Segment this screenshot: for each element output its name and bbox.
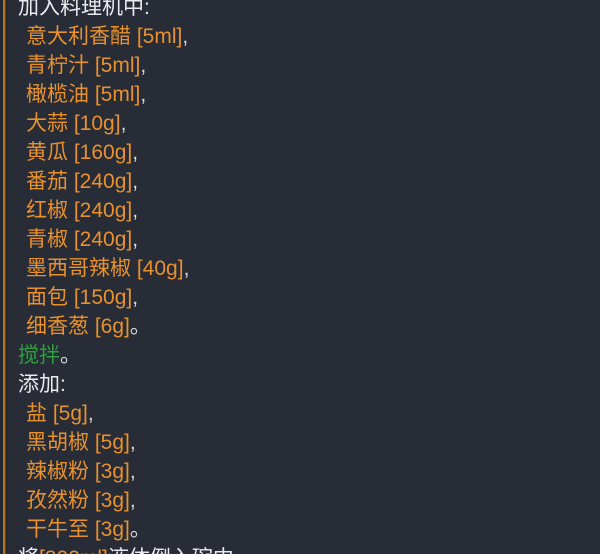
recipe-token-amount: [5g] xyxy=(52,402,88,425)
recipe-token-action: 搅拌 xyxy=(18,344,60,367)
recipe-line-ingredient: 意大利香醋 [5ml], xyxy=(0,22,600,51)
recipe-token-punct: , xyxy=(132,286,139,309)
recipe-token-ingredient: 孜然粉 xyxy=(26,489,95,512)
recipe-token-ingredient: 细香葱 xyxy=(26,315,95,338)
recipe-line-ingredient: 细香葱 [6g]。 xyxy=(0,312,600,341)
recipe-token-amount: [240g] xyxy=(73,228,133,251)
recipe-line-ingredient: 橄榄油 [5ml], xyxy=(0,80,600,109)
recipe-token-plain: 将 xyxy=(18,547,39,554)
recipe-line-ingredient: 黑胡椒 [5g], xyxy=(0,428,600,457)
recipe-token-punct: , xyxy=(140,83,147,106)
recipe-token-amount: [40g] xyxy=(136,257,184,280)
recipe-token-punct: , xyxy=(129,489,136,512)
recipe-token-amount: [300ml] xyxy=(39,547,108,554)
recipe-token-punct: , xyxy=(129,460,136,483)
recipe-line-ingredient: 大蒜 [10g], xyxy=(0,109,600,138)
recipe-token-punct: , xyxy=(132,141,139,164)
recipe-token-punct: , xyxy=(132,228,139,251)
recipe-token-ingredient: 青柠汁 xyxy=(26,54,95,77)
recipe-token-plain: 液体倒入碗中。 xyxy=(108,547,255,554)
recipe-line-ingredient: 盐 [5g], xyxy=(0,399,600,428)
recipe-token-ingredient: 意大利香醋 xyxy=(26,25,137,48)
recipe-token-amount: [5ml] xyxy=(94,83,141,106)
recipe-line-ingredient: 青椒 [240g], xyxy=(0,225,600,254)
recipe-token-ingredient: 辣椒粉 xyxy=(26,460,95,483)
recipe-line-ingredient: 墨西哥辣椒 [40g], xyxy=(0,254,600,283)
recipe-line-ingredient: 面包 [150g], xyxy=(0,283,600,312)
recipe-token-punct: , xyxy=(120,112,127,135)
recipe-token-punct: 。 xyxy=(129,315,151,338)
recipe-token-punct: , xyxy=(132,199,139,222)
recipe-line-header: 加入料理机中: xyxy=(0,0,600,22)
recipe-token-punct: , xyxy=(132,170,139,193)
recipe-token-punct: , xyxy=(87,402,94,425)
recipe-token-ingredient: 黑胡椒 xyxy=(26,431,95,454)
recipe-token-punct: , xyxy=(129,431,136,454)
recipe-line-ingredient: 红椒 [240g], xyxy=(0,196,600,225)
recipe-token-header: 添加: xyxy=(18,373,66,396)
recipe-token-amount: [240g] xyxy=(73,199,133,222)
recipe-token-amount: [3g] xyxy=(94,460,130,483)
recipe-line-instruction: 将[300ml]液体倒入碗中。 xyxy=(0,544,600,554)
recipe-line-ingredient: 孜然粉 [3g], xyxy=(0,486,600,515)
recipe-token-header: 加入料理机中: xyxy=(18,0,150,19)
recipe-token-punct: 。 xyxy=(129,518,151,541)
recipe-token-amount: [5g] xyxy=(94,431,130,454)
recipe-token-ingredient: 墨西哥辣椒 xyxy=(26,257,137,280)
recipe-line-ingredient: 青柠汁 [5ml], xyxy=(0,51,600,80)
recipe-token-amount: [240g] xyxy=(73,170,133,193)
recipe-token-ingredient: 青椒 xyxy=(26,228,74,251)
recipe-line-ingredient: 黄瓜 [160g], xyxy=(0,138,600,167)
recipe-token-amount: [150g] xyxy=(73,286,133,309)
recipe-token-punct: , xyxy=(182,25,189,48)
recipe-token-amount: [6g] xyxy=(94,315,130,338)
recipe-token-amount: [3g] xyxy=(94,489,130,512)
recipe-line-header: 添加: xyxy=(0,370,600,399)
recipe-line-action: 搅拌。 xyxy=(0,341,600,370)
recipe-token-ingredient: 盐 xyxy=(26,402,53,425)
recipe-token-ingredient: 橄榄油 xyxy=(26,83,95,106)
recipe-line-ingredient: 番茄 [240g], xyxy=(0,167,600,196)
recipe-token-punct: 。 xyxy=(60,344,81,367)
recipe-line-ingredient: 辣椒粉 [3g], xyxy=(0,457,600,486)
recipe-token-amount: [160g] xyxy=(73,141,133,164)
recipe-token-ingredient: 面包 xyxy=(26,286,74,309)
recipe-token-amount: [3g] xyxy=(94,518,130,541)
recipe-screen: 加入料理机中: 意大利香醋 [5ml], 青柠汁 [5ml], 橄榄油 [5ml], 大… xyxy=(0,0,600,554)
recipe-token-ingredient: 番茄 xyxy=(26,170,74,193)
recipe-token-amount: [10g] xyxy=(73,112,121,135)
recipe-token-amount: [5ml] xyxy=(136,25,183,48)
recipe-line-ingredient: 干牛至 [3g]。 xyxy=(0,515,600,544)
recipe-token-punct: , xyxy=(140,54,147,77)
recipe-token-ingredient: 黄瓜 xyxy=(26,141,74,164)
recipe-token-punct: , xyxy=(183,257,190,280)
recipe-token-ingredient: 红椒 xyxy=(26,199,74,222)
recipe-text-block: 加入料理机中: 意大利香醋 [5ml], 青柠汁 [5ml], 橄榄油 [5ml], 大… xyxy=(0,0,600,554)
recipe-token-amount: [5ml] xyxy=(94,54,141,77)
recipe-token-ingredient: 大蒜 xyxy=(26,112,74,135)
recipe-token-ingredient: 干牛至 xyxy=(26,518,95,541)
